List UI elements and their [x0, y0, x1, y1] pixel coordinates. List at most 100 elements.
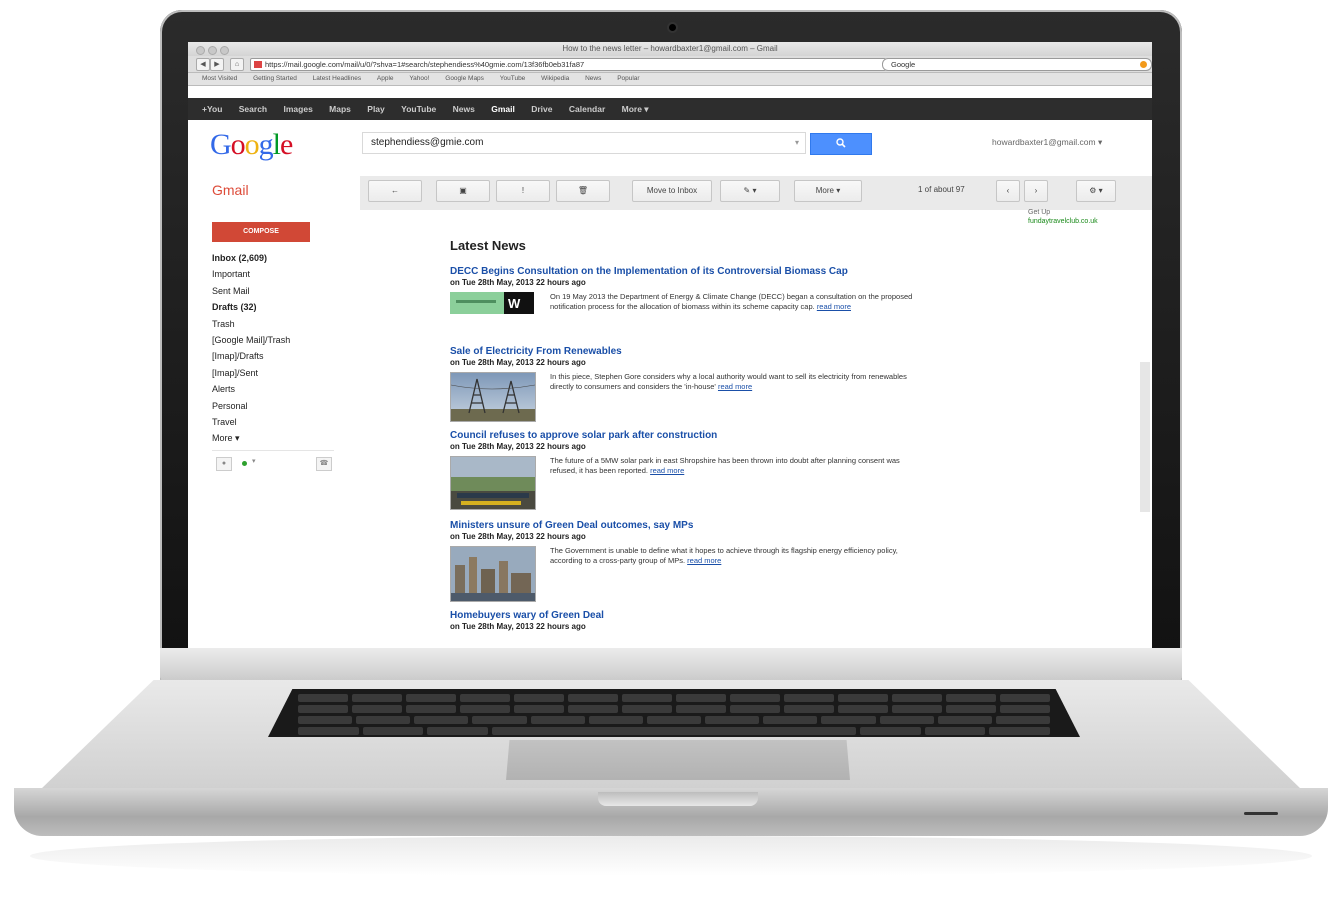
home-icon[interactable]: ⌂	[230, 58, 244, 71]
gmail-favicon-icon	[254, 61, 262, 68]
gbar-item-drive[interactable]: Drive	[531, 104, 552, 114]
bookmark-item[interactable]: Popular	[617, 75, 639, 82]
search-input[interactable]: stephendiess@gmie.com ▾	[362, 132, 806, 154]
article-date: on Tue 28th May, 2013 22 hours ago	[450, 622, 586, 631]
person-icon[interactable]: ●	[216, 457, 232, 471]
window-title: How to the news letter – howardbaxter1@g…	[562, 44, 778, 53]
pagination-text: 1 of about 97	[918, 185, 965, 194]
gmail-app-label[interactable]: Gmail	[212, 182, 249, 198]
gbar-item-gmail[interactable]: Gmail	[491, 104, 515, 114]
delete-button[interactable]: 🗑	[556, 180, 610, 202]
forward-arrow-icon[interactable]: ▶	[210, 58, 224, 71]
back-to-list-button[interactable]: ←	[368, 180, 422, 202]
article-date: on Tue 28th May, 2013 22 hours ago	[450, 532, 586, 541]
bookmark-item[interactable]: Yahoo!	[409, 75, 429, 82]
pylons-thumbnail	[450, 372, 536, 422]
gbar-item-more[interactable]: More ▾	[622, 104, 649, 114]
search-options-caret-icon[interactable]: ▾	[795, 133, 799, 153]
gbar-item-maps[interactable]: Maps	[329, 104, 351, 114]
browser-search-text: Google	[891, 60, 916, 69]
back-arrow-icon[interactable]: ◀	[196, 58, 210, 71]
article-title[interactable]: DECC Begins Consultation on the Implemen…	[450, 266, 928, 278]
news-article: Sale of Electricity From Renewables on T…	[450, 346, 928, 422]
read-more-link[interactable]: read more	[650, 466, 684, 475]
news-article: DECC Begins Consultation on the Implemen…	[450, 266, 928, 320]
labels-button[interactable]: ✎ ▾	[720, 180, 780, 202]
bookmark-item[interactable]: YouTube	[500, 75, 526, 82]
logo-letter: e	[280, 128, 293, 161]
gbar-item-news[interactable]: News	[453, 104, 475, 114]
sidebar-item-personal[interactable]: Personal	[212, 398, 352, 414]
logo-letter: l	[272, 128, 281, 161]
gbar-item-play[interactable]: Play	[367, 104, 385, 114]
url-bar[interactable]: https://mail.google.com/mail/u/0/?shva=1…	[250, 58, 886, 71]
newer-chevron-icon[interactable]: ‹	[996, 180, 1020, 202]
sidebar-item-imap-drafts[interactable]: [Imap]/Drafts	[212, 348, 352, 364]
sidebar-item-inbox[interactable]: Inbox (2,609)	[212, 250, 352, 266]
google-logo[interactable]: Google	[210, 128, 293, 162]
solar-park-thumbnail	[450, 456, 536, 510]
url-text: https://mail.google.com/mail/u/0/?shva=1…	[265, 60, 585, 69]
trackpad	[506, 740, 850, 780]
account-menu[interactable]: howardbaxter1@gmail.com ▾	[992, 137, 1102, 148]
report-spam-button[interactable]: !	[496, 180, 550, 202]
article-title[interactable]: Council refuses to approve solar park af…	[450, 430, 928, 442]
compose-button[interactable]: COMPOSE	[212, 222, 310, 242]
sidebar-item-more[interactable]: More ▾	[212, 430, 352, 446]
sidebar-item-travel[interactable]: Travel	[212, 414, 352, 430]
bookmark-item[interactable]: Wikipedia	[541, 75, 569, 82]
move-to-inbox-button[interactable]: Move to Inbox	[632, 180, 712, 202]
older-chevron-icon[interactable]: ›	[1024, 180, 1048, 202]
read-more-link[interactable]: read more	[687, 556, 721, 565]
gbar-item-images[interactable]: Images	[284, 104, 313, 114]
gbar-item-calendar[interactable]: Calendar	[569, 104, 605, 114]
sidebar-item-trash[interactable]: Trash	[212, 316, 352, 332]
bookmark-item[interactable]: Getting Started	[253, 75, 297, 82]
sidebar-item-important[interactable]: Important	[212, 266, 352, 282]
archive-button[interactable]: ▣	[436, 180, 490, 202]
chat-status-icon[interactable]	[242, 461, 247, 466]
sponsored-link[interactable]: Get Up fundaytravelclub.co.uk	[1028, 208, 1098, 226]
sidebar-item-imap-sent[interactable]: [Imap]/Sent	[212, 365, 352, 381]
bookmark-item[interactable]: Latest Headlines	[313, 75, 361, 82]
article-date: on Tue 28th May, 2013 22 hours ago	[450, 442, 586, 451]
article-date: on Tue 28th May, 2013 22 hours ago	[450, 358, 586, 367]
logo-letter: o	[244, 128, 260, 161]
logo-letter: G	[210, 128, 232, 161]
svg-text:W: W	[508, 296, 521, 311]
article-title[interactable]: Sale of Electricity From Renewables	[450, 346, 928, 358]
laptop-shadow	[30, 836, 1312, 876]
read-more-link[interactable]: read more	[718, 382, 752, 391]
bookmark-item[interactable]: Apple	[377, 75, 394, 82]
logo-letter: g	[258, 128, 274, 161]
sidebar-item-drafts[interactable]: Drafts (32)	[212, 299, 352, 315]
logo-letter: o	[230, 128, 246, 161]
city-thumbnail	[450, 546, 536, 602]
article-snippet: In this piece, Stephen Gore considers wh…	[550, 372, 907, 391]
chat-status-caret-icon[interactable]: ▾	[252, 457, 256, 465]
ad-url: fundaytravelclub.co.uk	[1028, 218, 1098, 225]
sidebar-item-sent[interactable]: Sent Mail	[212, 283, 352, 299]
magnifier-icon	[836, 138, 846, 148]
scrollbar[interactable]	[1140, 362, 1150, 512]
more-actions-button[interactable]: More ▾	[794, 180, 862, 202]
camera-icon	[669, 24, 676, 31]
article-title[interactable]: Ministers unsure of Green Deal outcomes,…	[450, 520, 928, 532]
sidebar-item-google-trash[interactable]: [Google Mail]/Trash	[212, 332, 352, 348]
read-more-link[interactable]: read more	[817, 302, 851, 311]
browser-search-field[interactable]: Google	[882, 58, 1152, 71]
settings-gear-button[interactable]: ⚙ ▾	[1076, 180, 1116, 202]
article-title[interactable]: Homebuyers wary of Green Deal	[450, 610, 928, 622]
gbar-item-search[interactable]: Search	[239, 104, 267, 114]
bookmark-item[interactable]: News	[585, 75, 601, 82]
bookmark-item[interactable]: Most Visited	[202, 75, 237, 82]
search-button[interactable]	[810, 133, 872, 155]
gbar-item-plus[interactable]: +You	[202, 104, 222, 114]
article-date: on Tue 28th May, 2013 22 hours ago	[450, 278, 586, 287]
sidebar-item-alerts[interactable]: Alerts	[212, 381, 352, 397]
bookmark-item[interactable]: Google Maps	[445, 75, 484, 82]
news-article: Council refuses to approve solar park af…	[450, 430, 928, 512]
gbar-item-youtube[interactable]: YouTube	[401, 104, 436, 114]
laptop-chin	[160, 648, 1182, 682]
phone-icon[interactable]: ☎	[316, 457, 332, 471]
